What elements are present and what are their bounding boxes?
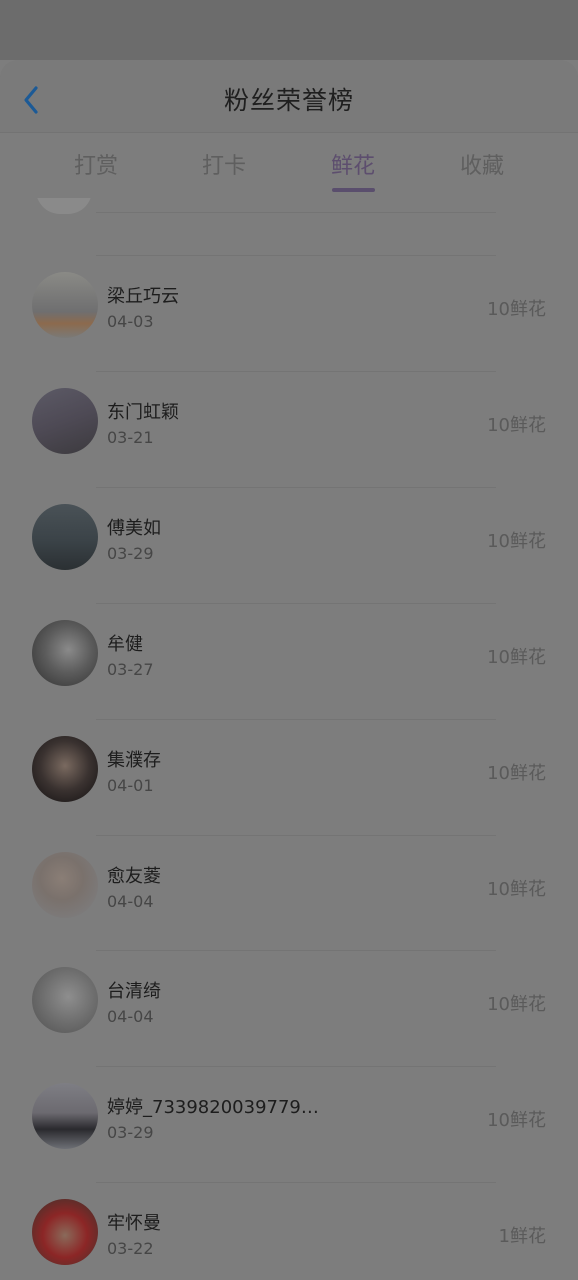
avatar [36,198,92,214]
avatar [32,388,98,454]
list-item[interactable]: 台清绮 04-04 10鲜花 [0,951,578,1066]
fan-name: 梁丘巧云 [107,286,179,307]
tab-reward[interactable]: 打赏 [46,148,146,180]
tab-checkin[interactable]: 打卡 [174,148,274,180]
flower-count: 10鲜花 [487,299,546,320]
tab-flowers[interactable]: 鲜花 [303,148,403,180]
fan-name: 台清绮 [107,981,161,1002]
flower-count: 10鲜花 [487,879,546,900]
fan-name: 牟健 [107,634,143,655]
fan-date: 03-27 [107,660,154,679]
fan-name: 集濮存 [107,750,161,771]
list-item[interactable]: 愈友菱 04-04 10鲜花 [0,836,578,951]
top-bar: 粉丝荣誉榜 [0,60,578,132]
list-item[interactable]: 傅美如 03-29 10鲜花 [0,488,578,603]
flower-count: 10鲜花 [487,994,546,1015]
flower-count: 10鲜花 [487,531,546,552]
fan-name: 婷婷_73398200397799... [107,1097,327,1118]
fan-date: 04-04 [107,892,154,911]
list-item[interactable]: 牢怀曼 03-22 1鲜花 [0,1183,578,1280]
avatar [32,620,98,686]
avatar [32,736,98,802]
fan-date: 04-01 [107,776,154,795]
fan-list[interactable]: 梁丘巧云 04-03 10鲜花 东门虹颖 03-21 10鲜花 傅美如 03-2… [0,198,578,1280]
tab-favorites[interactable]: 收藏 [432,148,532,180]
page-title: 粉丝荣誉榜 [223,86,354,115]
status-bar [0,0,578,60]
avatar [32,1199,98,1265]
tab-bar: 打赏 打卡 鲜花 收藏 [0,132,578,198]
list-item[interactable]: 东门虹颖 03-21 10鲜花 [0,372,578,487]
flower-count: 10鲜花 [487,763,546,784]
divider [96,212,496,213]
fan-name: 牢怀曼 [107,1213,161,1234]
list-item[interactable]: 梁丘巧云 04-03 10鲜花 [0,256,578,371]
avatar [32,504,98,570]
avatar [32,1083,98,1149]
flower-count: 10鲜花 [487,415,546,436]
flower-count: 10鲜花 [487,647,546,668]
avatar [32,967,98,1033]
fan-date: 03-29 [107,1123,154,1142]
flower-count: 10鲜花 [487,1110,546,1131]
active-tab-indicator [332,188,375,192]
fan-date: 04-03 [107,312,154,331]
flower-count: 1鲜花 [498,1226,546,1247]
avatar [32,852,98,918]
fan-date: 03-21 [107,428,154,447]
list-item[interactable]: 牟健 03-27 10鲜花 [0,604,578,719]
fan-date: 03-29 [107,544,154,563]
fan-name: 东门虹颖 [107,402,179,423]
avatar [32,272,98,338]
list-item[interactable]: 集濮存 04-01 10鲜花 [0,720,578,835]
fan-date: 03-22 [107,1239,154,1258]
list-item[interactable]: 婷婷_73398200397799... 03-29 10鲜花 [0,1067,578,1182]
fan-name: 愈友菱 [107,866,161,887]
fan-name: 傅美如 [107,518,161,539]
fan-date: 04-04 [107,1007,154,1026]
